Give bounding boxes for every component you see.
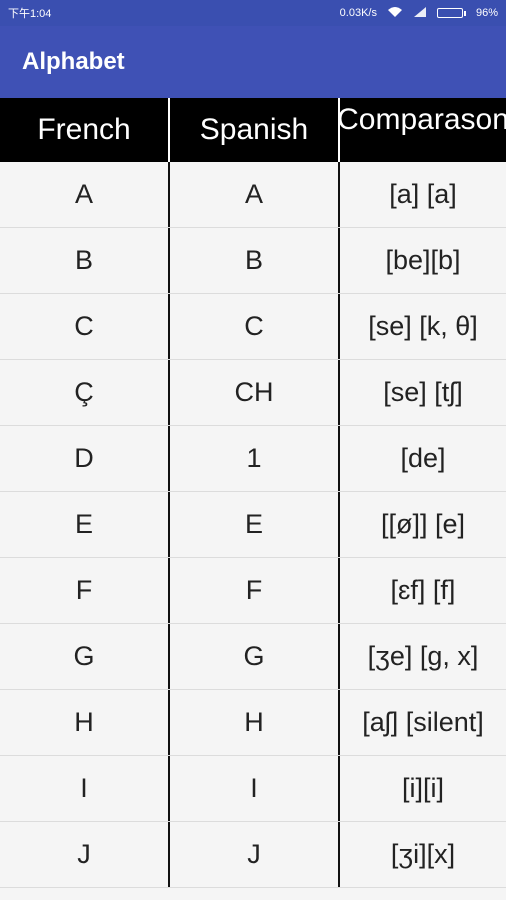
cell-spanish: F	[168, 558, 338, 623]
cell-spanish: C	[168, 294, 338, 359]
table-header: French Spanish Comparason	[0, 98, 506, 162]
cell-french: F	[75, 575, 93, 605]
table-row[interactable]: J J [ʒi][x]	[0, 822, 506, 888]
app-title: Alphabet	[22, 48, 125, 75]
table-row[interactable]: Ç CH [se] [tʃ]	[0, 360, 506, 426]
table-row[interactable]: C C [se] [k, θ]	[0, 294, 506, 360]
cell-comparison: [se] [k, θ]	[338, 294, 506, 359]
cell-spanish: G	[168, 624, 338, 689]
table-row[interactable]: E E [[ø]] [e]	[0, 492, 506, 558]
table-row[interactable]: B B [be][b]	[0, 228, 506, 294]
battery-percent: 96%	[475, 7, 498, 19]
cell-french: H	[74, 707, 94, 737]
table-row[interactable]: G G [ʒe] [g, x]	[0, 624, 506, 690]
cell-comparison: [i][i]	[338, 756, 506, 821]
signal-icon	[413, 6, 427, 21]
cell-spanish: H	[168, 690, 338, 755]
cell-comparison: [de]	[338, 426, 506, 491]
cell-comparison: [aʃ] [silent]	[338, 690, 506, 755]
cell-french: I	[80, 773, 88, 803]
status-bar: 下午1:04 0.03K/s 96%	[0, 0, 506, 26]
network-speed: 0.03K/s	[339, 7, 377, 19]
cell-spanish: I	[168, 756, 338, 821]
cell-spanish: B	[168, 228, 338, 293]
app-bar: Alphabet	[0, 26, 506, 98]
table-row[interactable]: F F [ɛf] [f]	[0, 558, 506, 624]
cell-comparison: [a] [a]	[338, 162, 506, 227]
table-row[interactable]: D 1 [de]	[0, 426, 506, 492]
cell-comparison: [ʒe] [g, x]	[338, 624, 506, 689]
cell-french: E	[74, 509, 93, 539]
cell-comparison: [[ø]] [e]	[338, 492, 506, 557]
cell-french: A	[74, 179, 93, 209]
cell-comparison: [ʒi][x]	[338, 822, 506, 887]
table-row[interactable]: I I [i][i]	[0, 756, 506, 822]
cell-comparison: [be][b]	[338, 228, 506, 293]
cell-french: C	[74, 311, 94, 341]
cell-spanish: CH	[168, 360, 338, 425]
cell-french: Ç	[74, 377, 94, 407]
cell-french: G	[73, 641, 95, 671]
cell-french: D	[74, 443, 94, 473]
header-comparison: Comparason	[338, 98, 506, 162]
table-row[interactable]: A A [a] [a]	[0, 162, 506, 228]
cell-french: B	[74, 245, 93, 275]
alphabet-table: French Spanish Comparason A A [a] [a] B …	[0, 98, 506, 888]
cell-spanish: 1	[168, 426, 338, 491]
header-french: French	[37, 113, 131, 146]
table-row[interactable]: H H [aʃ] [silent]	[0, 690, 506, 756]
battery-icon	[436, 8, 466, 18]
cell-french: J	[77, 839, 91, 869]
cell-spanish: J	[168, 822, 338, 887]
cell-comparison: [ɛf] [f]	[338, 558, 506, 623]
status-time: 下午1:04	[8, 8, 52, 20]
status-indicators: 0.03K/s 96%	[340, 6, 498, 21]
wifi-icon	[387, 6, 403, 21]
cell-spanish: E	[168, 492, 338, 557]
cell-comparison: [se] [tʃ]	[338, 360, 506, 425]
header-spanish: Spanish	[168, 98, 338, 162]
cell-spanish: A	[168, 162, 338, 227]
